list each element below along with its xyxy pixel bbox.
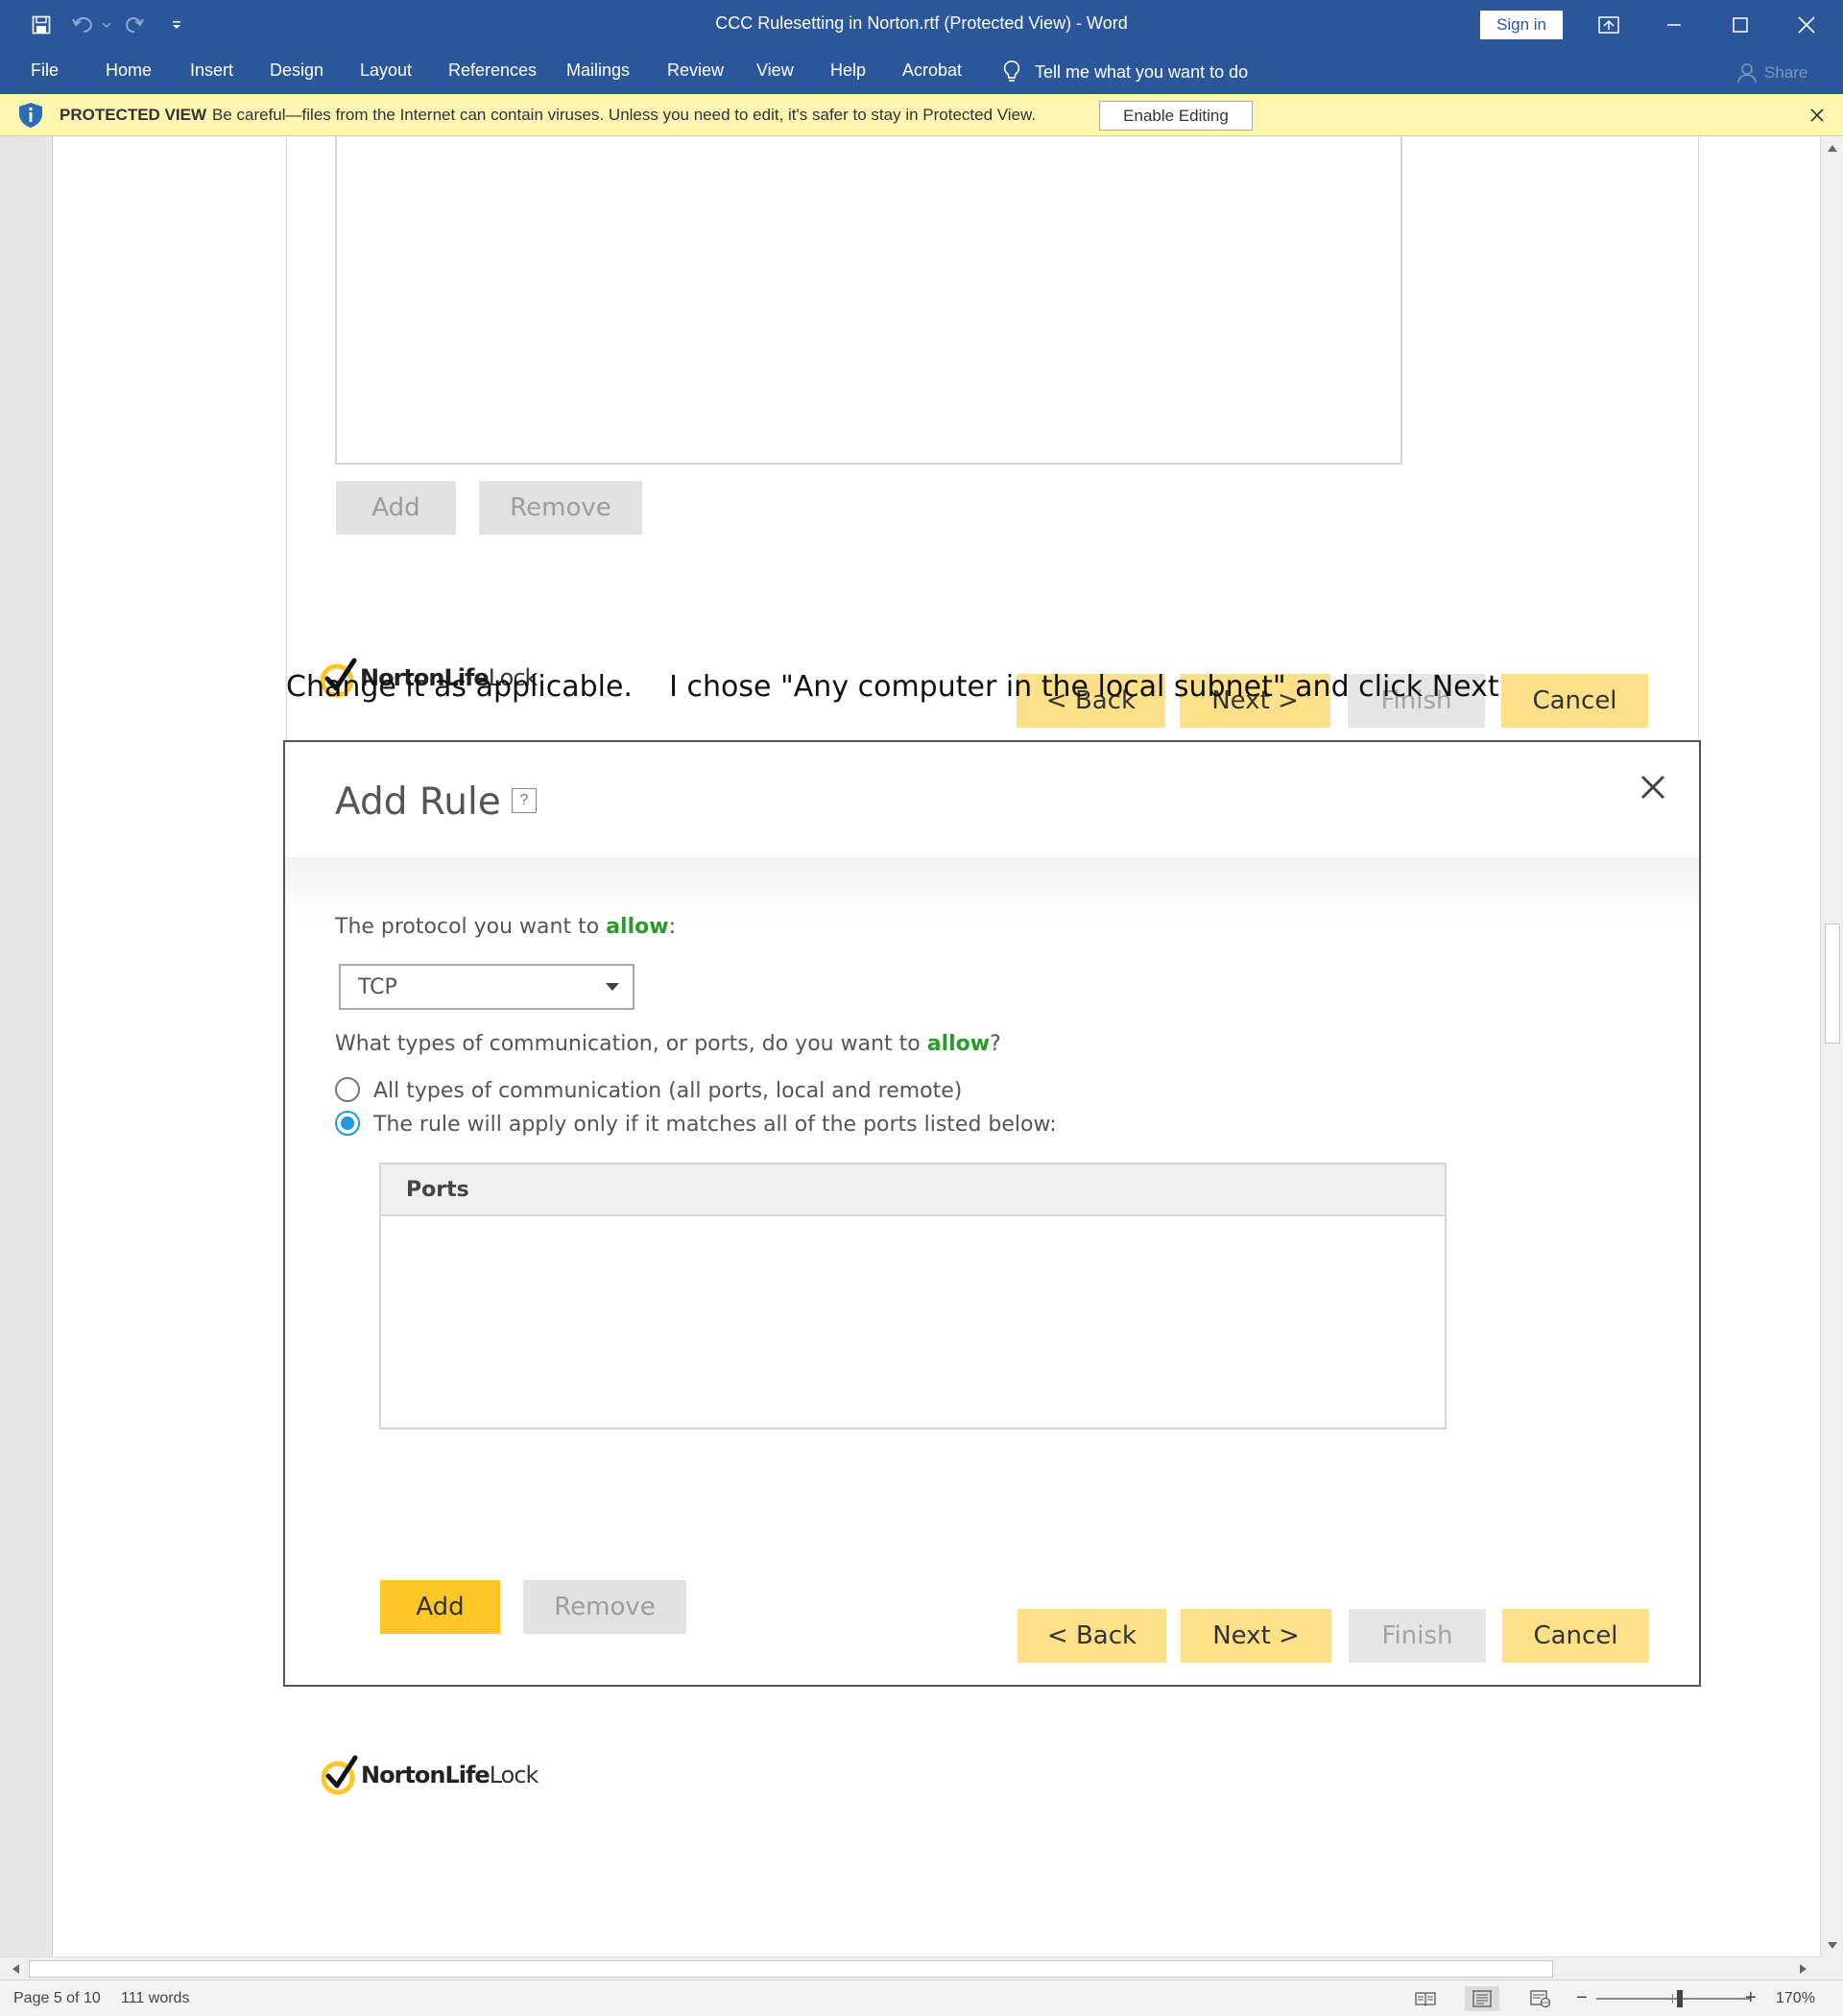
person-icon [1737,63,1757,84]
lightbulb-icon [1003,60,1020,82]
status-bar: Page 5 of 10 111 words − + 170% [0,1980,1843,2016]
cancel-button[interactable]: Cancel [1502,1609,1649,1663]
sign-in-button[interactable]: Sign in [1480,11,1563,39]
redo-icon[interactable] [121,12,148,38]
norton-check-icon [321,1755,358,1795]
print-layout-icon[interactable] [1465,1986,1499,2011]
save-icon[interactable] [27,12,56,38]
dialog-title: Add Rule [335,780,501,824]
vertical-scrollbar[interactable] [1820,136,1843,1956]
maximize-icon[interactable] [1710,0,1771,50]
add-rule-dialog-screenshot: Add Rule ? The protocol you want to allo… [283,740,1701,1795]
close-window-icon[interactable] [1776,0,1837,50]
help-icon[interactable]: ? [512,788,537,813]
zoom-in-button[interactable]: + [1745,1987,1757,2009]
tab-mailings[interactable]: Mailings [566,60,630,81]
add-button-disabled: Add [336,481,456,535]
protected-view-message: Be careful—files from the Internet can c… [212,106,1037,124]
add-port-button[interactable]: Add [380,1580,500,1634]
ribbon-tabs: File Home Insert Design Layout Reference… [0,50,1843,94]
minimize-icon[interactable] [1643,0,1705,50]
customize-qat-icon[interactable] [167,12,186,38]
nortonlifelock-logo: NortonLifeLock [321,1755,539,1795]
tab-file[interactable]: File [31,60,59,81]
radio-all-communication[interactable] [335,1077,360,1102]
radio-listed-ports[interactable] [335,1111,360,1136]
option-listed-label: The rule will apply only if it matches a… [373,1113,1057,1137]
window-title: CCC Rulesetting in Norton.rtf (Protected… [715,13,1128,33]
option-all-label: All types of communication (all ports, l… [373,1079,963,1103]
zoom-out-button[interactable]: − [1576,1987,1588,2009]
close-message-bar-icon[interactable] [1807,105,1828,126]
scroll-up-icon[interactable] [1821,136,1843,159]
tab-layout[interactable]: Layout [360,60,412,81]
tab-references[interactable]: References [448,60,537,81]
remove-port-button-disabled: Remove [523,1580,686,1634]
enable-editing-button[interactable]: Enable Editing [1099,101,1253,131]
document-page[interactable]: Add Remove NortonLifeLock < Back Next > … [52,136,1820,1956]
zoom-slider-thumb[interactable] [1677,1990,1683,2007]
dialog-close-icon[interactable] [1637,771,1669,804]
protocol-dropdown[interactable]: TCP [339,964,634,1010]
tab-acrobat[interactable]: Acrobat [902,60,962,81]
back-button[interactable]: < Back [1017,1609,1166,1663]
document-area: Add Remove NortonLifeLock < Back Next > … [0,136,1820,1956]
ports-prompt: What types of communication, or ports, d… [335,1032,1001,1056]
vertical-scroll-thumb[interactable] [1825,924,1840,1044]
tab-view[interactable]: View [756,60,794,81]
scroll-left-icon[interactable] [4,1957,27,1980]
share-button[interactable]: Share [1737,60,1807,86]
ports-list-previous [335,136,1402,465]
horizontal-scroll-thumb[interactable] [29,1960,1553,1978]
ports-column-header: Ports [381,1164,1445,1216]
page-counter[interactable]: Page 5 of 10 [13,1990,101,2007]
zoom-slider[interactable] [1596,1998,1750,2000]
title-bar: CCC Rulesetting in Norton.rtf (Protected… [0,0,1843,50]
tab-review[interactable]: Review [667,60,724,81]
tell-me-text: Tell me what you want to do [1035,61,1249,82]
protected-view-bar: PROTECTED VIEW Be careful—files from the… [0,94,1843,136]
ribbon-display-options-icon[interactable] [1578,0,1640,50]
protocol-value: TCP [358,975,397,999]
undo-dropdown-icon[interactable] [100,12,113,38]
scroll-corner [1820,1956,1843,1980]
tab-home[interactable]: Home [106,60,152,81]
finish-button-disabled: Finish [1349,1609,1486,1663]
undo-icon[interactable] [69,12,98,38]
protocol-prompt: The protocol you want to allow: [335,915,676,939]
next-button[interactable]: Next > [1181,1609,1331,1663]
tab-insert[interactable]: Insert [190,60,233,81]
read-mode-icon[interactable] [1408,1986,1443,2011]
tab-help[interactable]: Help [830,60,866,81]
zoom-slider-center-mark [1672,1994,1673,2004]
shield-info-icon [19,103,42,128]
web-layout-icon[interactable] [1523,1986,1558,2011]
word-count[interactable]: 111 words [121,1990,189,2007]
chevron-down-icon [606,983,619,991]
horizontal-scrollbar[interactable] [0,1956,1820,1980]
remove-button-disabled: Remove [479,481,642,535]
protected-view-label: PROTECTED VIEW [60,106,207,124]
instruction-paragraph: Change it as applicable. I chose "Any co… [286,670,1499,704]
ports-table[interactable]: Ports [379,1163,1447,1429]
tab-design[interactable]: Design [270,60,323,81]
share-label: Share [1764,63,1808,82]
scroll-right-icon[interactable] [1791,1957,1814,1980]
scroll-down-icon[interactable] [1821,1933,1843,1956]
tell-me-search[interactable]: Tell me what you want to do [1002,58,1248,86]
cancel-button[interactable]: Cancel [1501,674,1648,728]
zoom-level[interactable]: 170% [1776,1990,1815,2007]
